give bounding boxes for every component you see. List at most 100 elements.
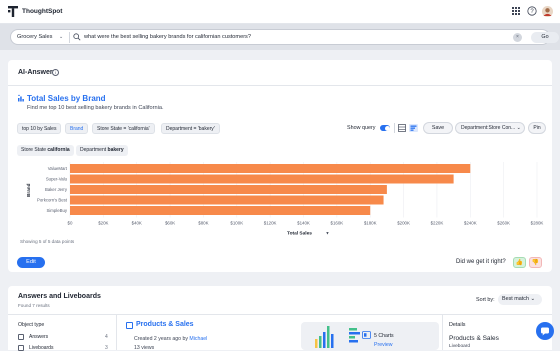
token-chip[interactable]: Department = 'bakery' [161,123,220,134]
search-row: Grocery Sales ⌄ what were the best selli… [0,24,560,50]
liveboards-heading: Answers and Liveboards [18,293,101,300]
chat-bubble-button[interactable] [536,322,554,340]
preview-link[interactable]: Preview [374,342,392,348]
chart-count: 5 Charts [374,333,394,339]
save-button[interactable]: Save [423,122,453,134]
help-icon[interactable]: ? [527,6,537,16]
result-title[interactable]: Products & Sales [136,321,194,328]
x-tick-label: $60K [165,221,175,226]
y-tick-label: SimpleBuy [46,208,67,213]
token-chip[interactable]: top 10 by Sales [17,123,62,134]
chevron-down-icon[interactable]: ⌄ [59,34,63,40]
token-chip[interactable]: Brand [65,123,89,134]
details-name: Products & Sales [449,335,499,342]
edit-button[interactable]: Edit [17,257,45,268]
x-tick-label: $0 [68,221,73,226]
y-tick-label: ValueMart [48,166,68,171]
x-tick-label: $120K [264,221,277,226]
liveboard-preview-thumbnail[interactable] [301,322,439,350]
filter-value: bakery [107,147,124,153]
search-bar: Grocery Sales ⌄ what were the best selli… [10,29,559,45]
svg-text:?: ? [530,9,534,15]
datasource-selector[interactable]: Grocery Sales [17,34,52,40]
x-tick-label: $280K [531,221,544,226]
x-tick-label: $260K [497,221,510,226]
show-query-label: Show query [347,125,376,131]
table-view-icon[interactable] [398,124,406,132]
bar [70,206,371,215]
attribute-dropdown[interactable]: Department:Store Con... ⌄ [455,122,525,134]
toolbar-divider [394,123,395,133]
author-link[interactable]: Michael [189,336,207,342]
user-avatar-icon[interactable] [542,6,553,17]
filter-answers-label: Answers [29,334,49,340]
ai-answer-heading: AI-Answer [18,69,53,76]
bar [70,185,387,194]
bar [70,164,471,173]
y-tick-label: Baker Jerry [45,187,68,192]
thoughtspot-logo-icon[interactable] [8,6,18,17]
y-tick-label: Porkcorn's Best [37,198,68,203]
pin-button[interactable]: Pin [528,122,546,134]
clear-search-icon[interactable]: × [513,33,522,42]
result-views: 13 views [134,345,155,351]
results-count: Found 7 results [18,303,50,308]
y-tick-label: Super-Valu [46,177,68,182]
top-bar: ThoughtSpot ? [0,0,560,24]
card-divider [8,314,552,315]
x-tick-label: $40K [132,221,142,226]
feedback-question: Did we get it right? [456,259,506,265]
answers-liveboards-card: Answers and Liveboards Found 7 results S… [8,286,552,351]
x-tick-label: $240K [464,221,477,226]
data-points-count: Showing 5 of 5 data points [20,239,75,244]
go-button[interactable]: Go [531,32,559,43]
bar-chart: $0 $20K $40K $60K $80K $100K $120K $140K $160K $1… [26,162,544,237]
search-input[interactable]: what were the best selling bakery brands… [84,34,251,40]
bar [70,195,384,205]
x-tick-label: $80K [198,221,208,226]
x-tick-label: $200K [397,221,410,226]
answer-title[interactable]: Total Sales by Brand [27,94,106,103]
answers-checkbox[interactable] [18,334,24,340]
card-divider [8,85,552,86]
object-type-label: Object type [18,322,45,328]
x-tick-label: $160K [331,221,344,226]
sparkle-chart-icon [18,94,24,102]
show-query-toggle[interactable] [380,125,390,131]
filter-liveboards-label: Liveboards [29,345,54,351]
token-chip[interactable]: Store State = 'california' [92,123,155,134]
liveboard-icon [126,322,133,329]
sort-chevron-icon: ▾ [326,232,329,237]
thumbs-up-icon[interactable]: 👍 [513,257,526,268]
y-axis-label: Brand [26,183,31,196]
thumbs-down-icon[interactable]: 👎 [529,257,542,268]
info-icon[interactable]: i [52,69,59,76]
chart-view-icon[interactable] [409,124,418,132]
mini-charts-icon [315,326,360,348]
liveboards-checkbox[interactable] [18,345,24,351]
filter-value: california [47,147,70,153]
panel-divider [116,314,117,350]
details-type: Liveboard [449,344,471,349]
filter-chip[interactable]: Store State california [17,145,74,156]
search-icon [73,33,81,41]
sort-value: Best match [502,296,529,302]
ai-answer-card: AI-Answer i Total Sales by Brand Find me… [8,60,552,272]
liveboard-type-icon [362,331,371,339]
x-tick-label: $140K [297,221,310,226]
sort-label: Sort by: [476,297,495,303]
filter-chip[interactable]: Department bakery [76,145,128,156]
x-tick-label: $220K [431,221,444,226]
brand-name: ThoughtSpot [22,8,63,15]
panel-divider [442,314,443,350]
filter-answers-count: 4 [105,334,108,340]
apps-grid-icon[interactable] [511,6,521,16]
dropdown-label: Department:Store Con... [461,125,516,131]
filter-label: Department [80,147,107,153]
filter-label: Store State [21,147,47,153]
sort-dropdown[interactable]: Best match ⌄ [498,294,542,305]
x-tick-label: $180K [364,221,377,226]
x-tick-label: $100K [230,221,243,226]
x-tick-label: $20K [98,221,108,226]
bar [70,174,454,184]
